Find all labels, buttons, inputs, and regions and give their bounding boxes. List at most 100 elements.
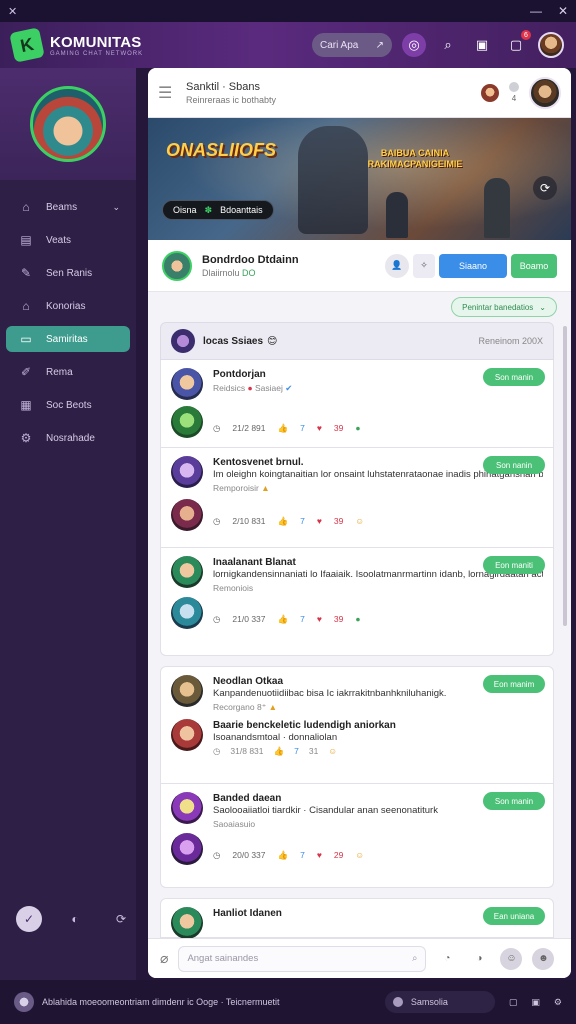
heart-icon[interactable]: ♥	[317, 423, 322, 433]
follow-button[interactable]: Eon manim	[483, 675, 545, 693]
layout-icon[interactable]: ▣	[531, 997, 540, 1008]
warning-icon: ▲	[268, 702, 277, 712]
main-topbar: ☰ Sanktil · Sbans Reinreraas ic bothabty…	[148, 68, 571, 118]
post-meta: Saoaiasuio	[213, 819, 256, 829]
settings-icon[interactable]: ⚙	[554, 997, 562, 1008]
post-stats: ◷ 21/0 337 👍 7 ♥ 39 ●	[213, 609, 543, 629]
sidebar-item-sen-ranis[interactable]: ✎ Sen Ranis	[6, 260, 130, 286]
page-title: Sanktil · Sbans	[186, 80, 260, 93]
footer-avatar[interactable]	[14, 992, 34, 1012]
post-avatar[interactable]	[171, 719, 203, 751]
profile-avatar[interactable]	[30, 86, 106, 162]
feed-scrollbar[interactable]	[563, 326, 567, 626]
post-date: 21/0 337	[232, 614, 266, 624]
member-count: 4	[511, 94, 517, 103]
post-avatar[interactable]	[171, 833, 203, 865]
post-avatar[interactable]	[171, 597, 203, 629]
like-count: 7	[300, 516, 305, 526]
post-avatar[interactable]	[171, 499, 203, 531]
theme-button[interactable]: ◐	[62, 906, 88, 932]
sparkle-icon: ✧	[420, 260, 428, 270]
send-icon: ☻	[538, 953, 549, 964]
like-icon[interactable]: 👍	[278, 423, 289, 434]
menu-icon[interactable]: ☰	[158, 83, 186, 103]
post-avatar[interactable]	[171, 792, 203, 824]
follow-button[interactable]: Son manin	[483, 368, 545, 386]
emoji-button[interactable]: ☺	[500, 947, 523, 970]
theme-icon: ◐	[71, 912, 79, 926]
post-date: 20/0 337	[232, 850, 266, 860]
bookmark-icon: ▣	[475, 37, 489, 52]
like-icon[interactable]: 👍	[278, 516, 289, 527]
sidebar-item-veats[interactable]: ▤ Veats	[6, 227, 130, 253]
refresh-button[interactable]: ⟳	[108, 906, 134, 932]
send-button[interactable]: ☻	[532, 947, 555, 970]
primary-action-button[interactable]: Siaano	[439, 253, 507, 278]
person-button[interactable]: 👤	[385, 253, 409, 278]
post-avatar[interactable]	[171, 406, 203, 438]
sticker-button[interactable]: ◑	[468, 948, 490, 970]
follow-button[interactable]: Eon maniti	[483, 556, 545, 574]
smile-icon: ☺	[355, 516, 365, 526]
sidebar-item-beams[interactable]: ⌂ Beams ⌄	[6, 194, 130, 220]
footer-search[interactable]: Samsolia	[384, 991, 495, 1013]
sidebar-item-label: Veats	[46, 234, 72, 246]
sidebar-item-rema[interactable]: ✐ Rema	[6, 359, 130, 385]
sidebar-item-nosrahade[interactable]: ⚙ Nosrahade	[6, 425, 130, 451]
attach-icon[interactable]: ⌀	[160, 950, 168, 967]
search-button[interactable]: ⌕	[436, 33, 460, 57]
follow-button[interactable]: Ean uniana	[483, 907, 545, 925]
sidebar-nav: ⌂ Beams ⌄ ▤ Veats ✎ Sen Ranis ⌂ Konorias…	[0, 194, 136, 451]
follow-button[interactable]: Son manin	[483, 792, 545, 810]
current-user-avatar[interactable]	[529, 76, 561, 109]
footer-status-text: Ablahida moeoomeontriam dimdenr ic Ooge …	[42, 997, 280, 1007]
post-meta: Remporoisir ▲	[213, 483, 543, 493]
like-icon[interactable]: 👍	[278, 850, 289, 861]
post-avatar[interactable]	[171, 907, 203, 939]
like-count: 7	[300, 423, 305, 433]
footer-search-icon	[392, 997, 403, 1007]
heart-icon[interactable]: ♥	[317, 614, 322, 624]
post-avatar[interactable]	[171, 456, 203, 488]
join-button[interactable]: Boamo	[511, 253, 557, 278]
clock-icon: ◷	[213, 849, 221, 860]
close-window-icon[interactable]: ✕	[558, 4, 568, 18]
bookmark-button[interactable]: ▣	[470, 33, 494, 57]
warning-icon: ▲	[261, 483, 270, 493]
like-count: 7	[294, 746, 299, 756]
post-avatar[interactable]	[171, 556, 203, 588]
header-search[interactable]: Cari Apa ↗	[312, 33, 392, 57]
post-card: Inaalanant Blanat lornigkandensinnaniati…	[160, 548, 554, 656]
filter-dropdown[interactable]: Penintar banedatios ⌄	[451, 297, 557, 317]
message-input[interactable]: Angat sainandes ⌕	[178, 945, 427, 972]
community-avatar[interactable]	[162, 250, 192, 281]
share-button[interactable]: ⟳	[533, 176, 557, 200]
group-avatar[interactable]	[171, 329, 195, 353]
verify-button[interactable]: ✓	[16, 906, 42, 932]
sidebar: ⌂ Beams ⌄ ▤ Veats ✎ Sen Ranis ⌂ Konorias…	[0, 68, 136, 980]
sidebar-item-samiritas[interactable]: ▭ Samiritas	[6, 326, 130, 352]
gif-button[interactable]: ◔	[436, 948, 458, 970]
compass-button[interactable]: ◎	[402, 33, 426, 57]
check-circle-icon: ●	[355, 614, 361, 624]
like-icon[interactable]: 👍	[278, 614, 289, 625]
post-avatar[interactable]	[171, 368, 203, 400]
notifications-button[interactable]: ▢ 6	[504, 30, 531, 57]
post-meta-text: Recorgano	[213, 702, 255, 712]
post-avatar[interactable]	[171, 675, 203, 707]
sidebar-item-soc-beots[interactable]: ▦ Soc Beots	[6, 392, 130, 418]
user-avatar[interactable]	[538, 32, 564, 58]
like-icon[interactable]: 👍	[274, 746, 285, 757]
window-icon[interactable]: ▢	[509, 997, 518, 1008]
follow-button[interactable]: Son nanin	[483, 456, 545, 474]
minimize-icon[interactable]: —	[530, 4, 542, 18]
post-stats: ◷ 21/2 891 👍 7 ♥ 39 ●	[213, 418, 543, 438]
sparkle-button[interactable]: ✧	[413, 253, 435, 278]
brand-tagline: GAMING CHAT NETWORK	[50, 50, 144, 57]
heart-icon[interactable]: ♥	[317, 516, 322, 526]
banner-pill[interactable]: Oisna ✽ Bdoanttais	[162, 200, 274, 220]
sidebar-item-konorias[interactable]: ⌂ Konorias	[6, 293, 130, 319]
app-header: K KOMUNITAS GAMING CHAT NETWORK Cari Apa…	[0, 22, 576, 68]
member-avatar[interactable]	[481, 83, 499, 102]
heart-icon[interactable]: ♥	[317, 850, 322, 860]
